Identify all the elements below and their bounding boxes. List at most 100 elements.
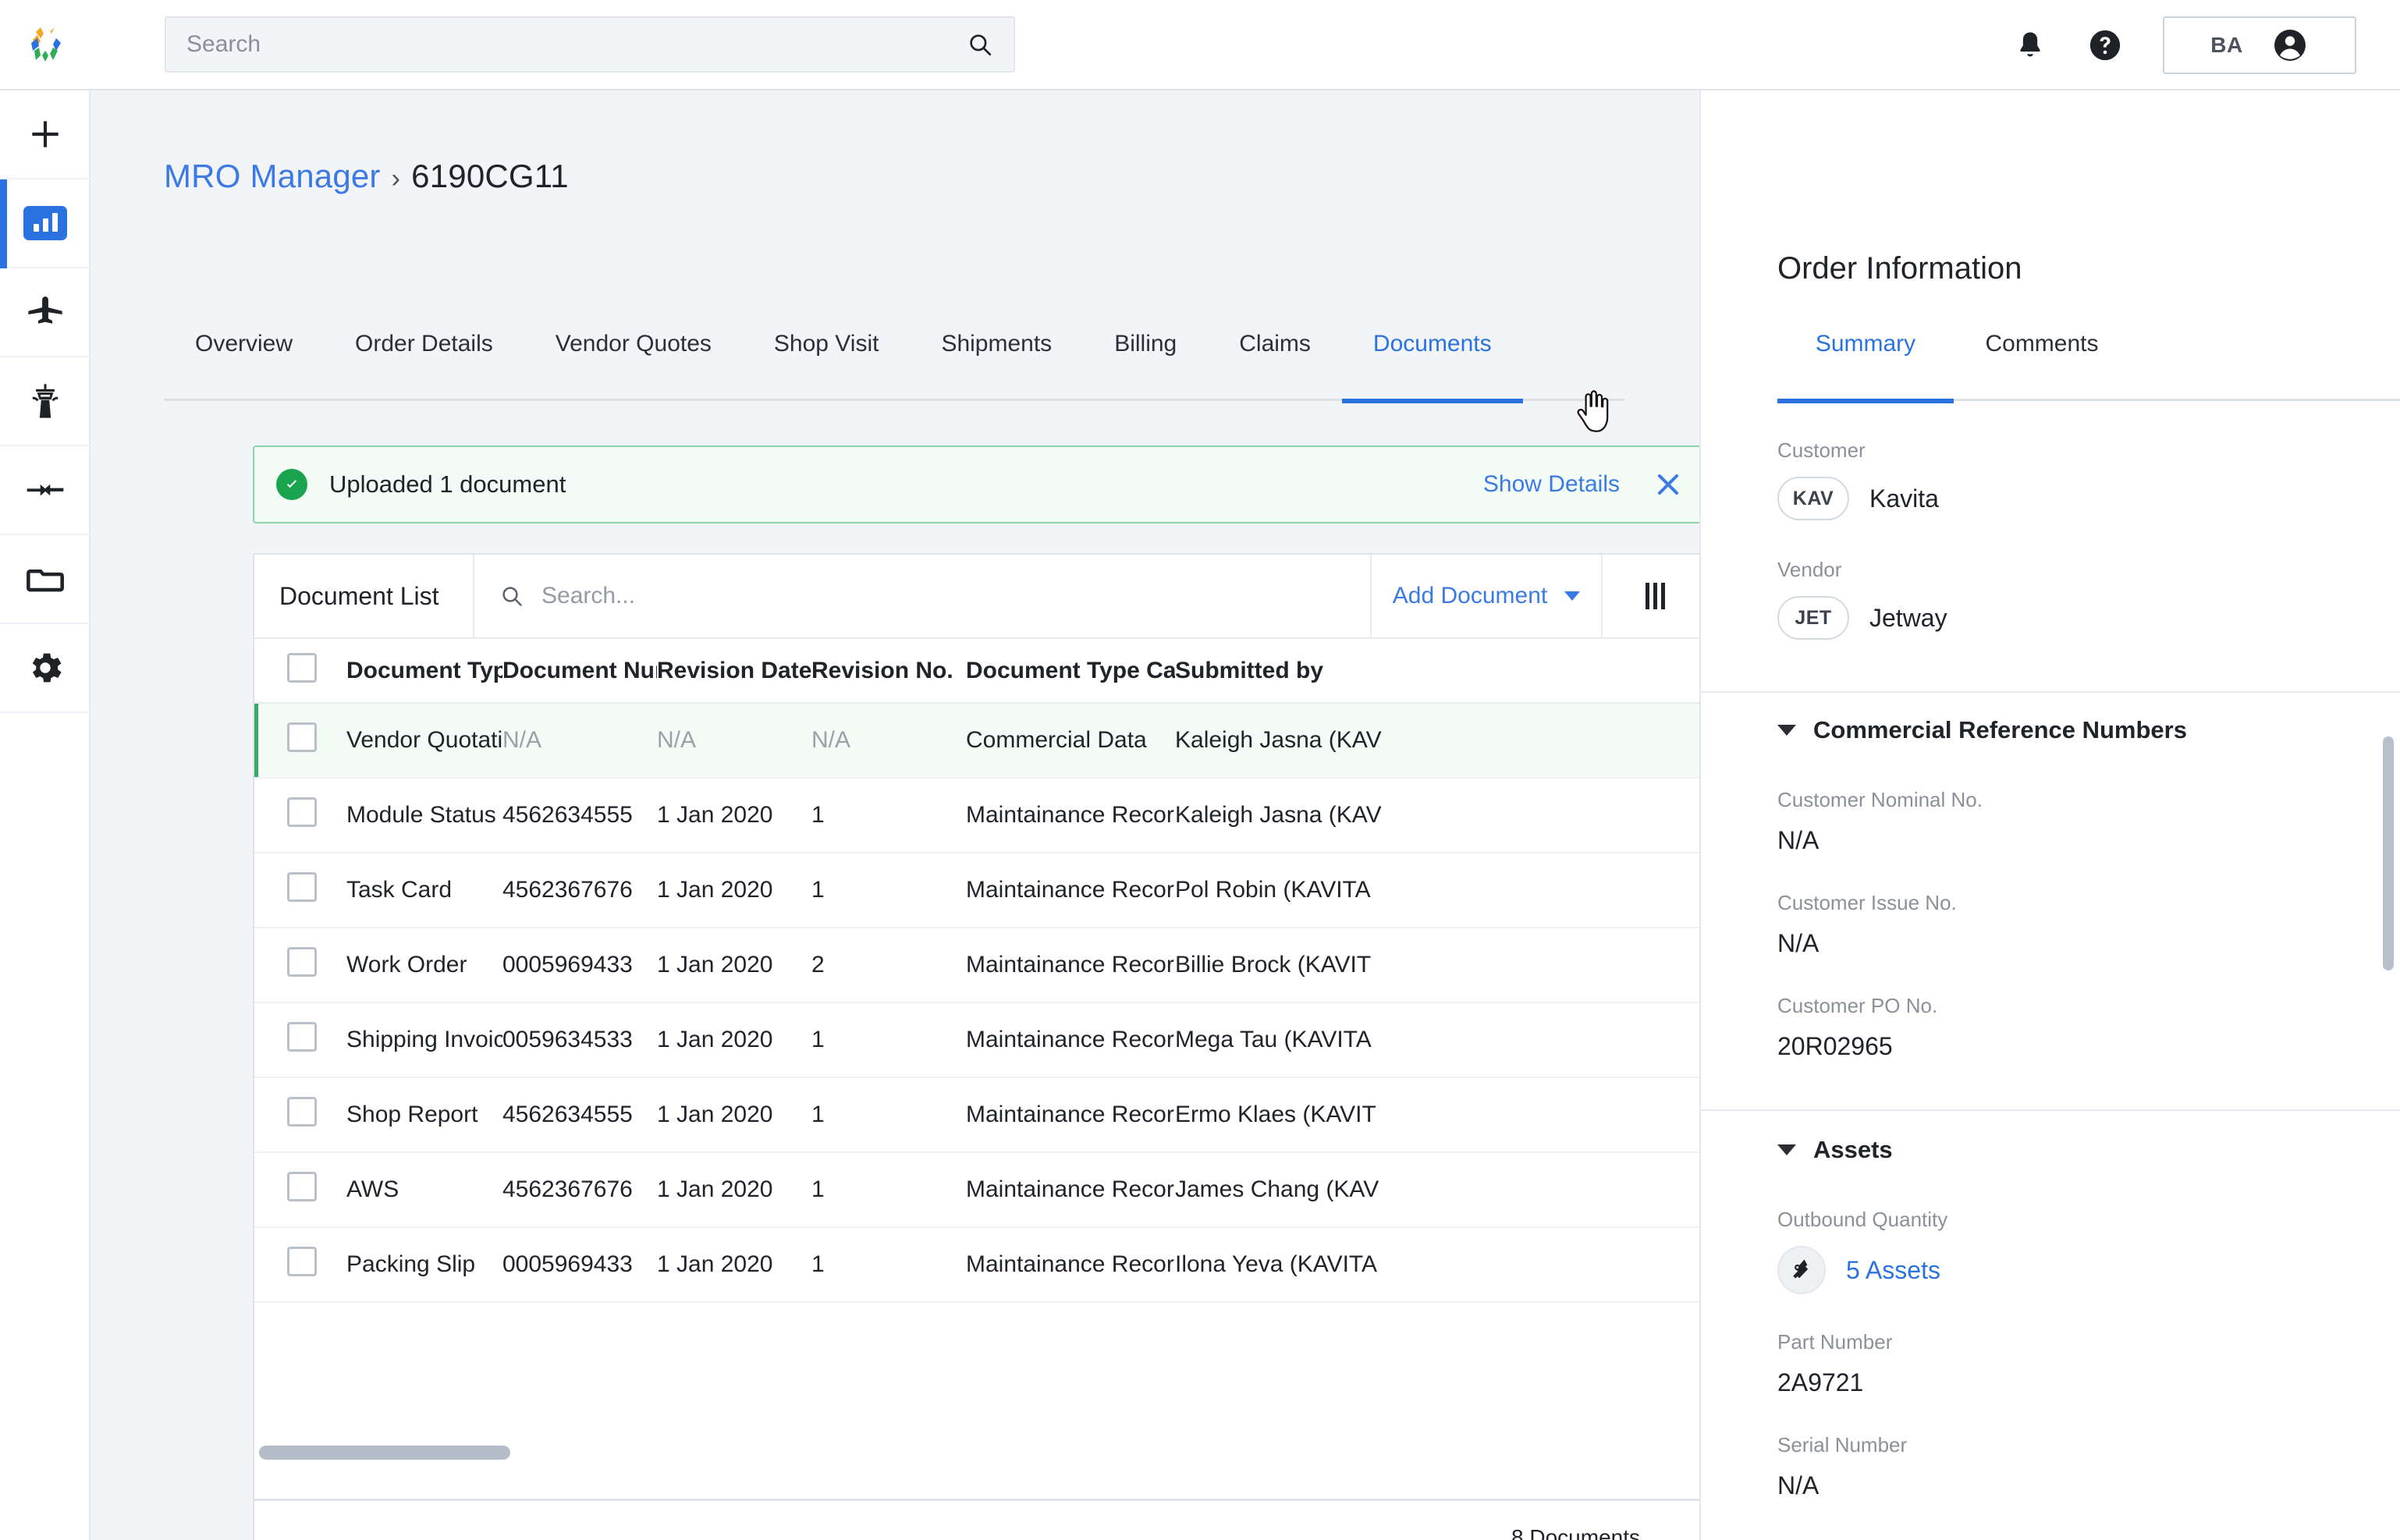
assets-link[interactable]: 5 Assets (1846, 1256, 1940, 1285)
sidebar-item-dashboard[interactable] (0, 179, 91, 268)
col-revision-no[interactable]: Revision No. (811, 639, 966, 704)
table-row[interactable]: Vendor Quotation N/A N/A N/A Commercial … (254, 703, 1699, 778)
table-row[interactable]: Module Status 4562634555 1 Jan 2020 1 Ma… (254, 778, 1699, 853)
field-value: 2A9721 (1777, 1368, 1864, 1396)
cell-document-number: 0005969433 (502, 952, 633, 978)
table-row[interactable]: Shop Report 4562634555 1 Jan 2020 1 Main… (254, 1077, 1699, 1152)
cell-document-type: Vendor Quotation (346, 727, 502, 753)
commercial-reference-section: Commercial Reference Numbers Customer No… (1701, 716, 2400, 1061)
tab-overview[interactable]: Overview (164, 331, 324, 401)
alert-message: Uploaded 1 document (329, 470, 566, 498)
sidebar-item-settings[interactable] (0, 624, 91, 713)
cell-revision-no: 1 (811, 1251, 825, 1277)
row-checkbox[interactable] (287, 1097, 317, 1127)
table-row[interactable]: AWS 4562367676 1 Jan 2020 1 Maintainance… (254, 1152, 1699, 1227)
search-input[interactable] (186, 31, 967, 58)
select-all-checkbox[interactable] (287, 652, 317, 683)
table-row[interactable]: Task Card 4562367676 1 Jan 2020 1 Mainta… (254, 853, 1699, 928)
row-checkbox[interactable] (287, 1247, 317, 1276)
order-information-panel: Order Information Summary Comments Custo… (1699, 90, 2400, 1540)
outbound-value[interactable]: 5 Assets (1777, 1246, 2370, 1294)
tab-documents[interactable]: Documents (1341, 331, 1523, 403)
alert-close-button[interactable] (1651, 467, 1685, 502)
col-document-type[interactable]: Document Type (346, 639, 502, 704)
tab-vendor-quotes[interactable]: Vendor Quotes (524, 331, 743, 401)
tab-summary[interactable]: Summary (1777, 331, 1954, 403)
tab-shipments[interactable]: Shipments (910, 331, 1083, 401)
document-list-title: Document List (254, 555, 474, 637)
row-checkbox[interactable] (287, 1022, 317, 1052)
sidebar-item-documents[interactable] (0, 535, 91, 624)
row-checkbox[interactable] (287, 722, 317, 752)
search-icon[interactable] (967, 31, 993, 58)
vendor-entity[interactable]: JET Jetway (1777, 596, 2370, 640)
sidebar-item-transfers[interactable] (0, 446, 91, 535)
tab-comments[interactable]: Comments (1954, 331, 2130, 401)
col-document-category[interactable]: Document Type Category (966, 639, 1175, 704)
cell-submitted-by: Mega Tau (KAVITA (1175, 1027, 1372, 1052)
close-icon (1657, 474, 1679, 495)
cell-document-category: Commercial Data (966, 727, 1147, 753)
column-settings-button[interactable] (1603, 555, 1699, 637)
col-submitted-by[interactable]: Submitted by (1175, 639, 1472, 704)
field-outbound-quantity: Outbound Quantity 5 Assets (1777, 1208, 2370, 1294)
table-row[interactable]: Packing Slip 0005969433 1 Jan 2020 1 Mai… (254, 1227, 1699, 1302)
help-button[interactable] (2068, 8, 2143, 83)
table-row[interactable]: Work Order 0005969433 1 Jan 2020 2 Maint… (254, 928, 1699, 1002)
customer-label: Customer (1777, 438, 1866, 462)
cell-revision-date: 1 Jan 2020 (657, 1102, 773, 1127)
cell-document-number: 4562367676 (502, 1176, 633, 1202)
commercial-section-header[interactable]: Commercial Reference Numbers (1777, 716, 2370, 744)
field-label: Customer Issue No. (1777, 891, 1957, 914)
cell-document-category: Maintainance Record (966, 802, 1175, 828)
row-select-cell (254, 778, 346, 853)
document-search-input[interactable] (541, 583, 1370, 609)
row-select-cell (254, 853, 346, 928)
row-checkbox[interactable] (287, 947, 317, 977)
global-search[interactable] (165, 16, 1015, 73)
user-initials: BA (2210, 33, 2243, 57)
row-checkbox[interactable] (287, 1172, 317, 1201)
assets-section-header[interactable]: Assets (1777, 1136, 2370, 1164)
cell-revision-no: 2 (811, 952, 825, 978)
table-row[interactable]: Shipping Invoice 0059634533 1 Jan 2020 1… (254, 1002, 1699, 1077)
tab-claims[interactable]: Claims (1208, 331, 1342, 401)
col-revision-date[interactable]: Revision Date (657, 639, 811, 704)
airplane-icon (28, 296, 62, 324)
document-search[interactable] (474, 555, 1372, 637)
add-document-button[interactable]: Add Document (1372, 555, 1603, 637)
cell-document-category: Maintainance Record (966, 1027, 1175, 1052)
table-header-row: Document Type Document Number Revision D… (254, 639, 1699, 704)
tab-shop-visit[interactable]: Shop Visit (743, 331, 911, 401)
cell-revision-no: 1 (811, 802, 825, 828)
tab-billing[interactable]: Billing (1083, 331, 1208, 401)
top-bar-actions: BA (1993, 0, 2400, 90)
user-menu[interactable]: BA (2163, 16, 2356, 74)
show-details-link[interactable]: Show Details (1483, 471, 1620, 498)
customer-entity[interactable]: KAV Kavita (1777, 477, 2370, 520)
app-logo[interactable] (0, 0, 91, 90)
row-checkbox[interactable] (287, 797, 317, 827)
document-table: Document Type Document Number Revision D… (254, 639, 1699, 1303)
scrollbar-thumb[interactable] (259, 1446, 510, 1460)
col-document-number[interactable]: Document Number (502, 639, 657, 704)
table-horizontal-scrollbar[interactable] (254, 1446, 1699, 1460)
notifications-button[interactable] (1993, 8, 2068, 83)
cell-document-category: Maintainance Record (966, 952, 1175, 978)
assets-section: Assets Outbound Quantity 5 Assets Part N… (1701, 1136, 2400, 1540)
sidebar-item-fleet[interactable] (0, 268, 91, 357)
sidebar-item-create[interactable] (0, 90, 91, 179)
app-logo-icon (31, 27, 61, 62)
row-checkbox[interactable] (287, 872, 317, 902)
panel-tab-bar: Summary Comments (1777, 331, 2400, 403)
cell-submitted-by: Ilona Yeva (KAVITA (1175, 1251, 1378, 1277)
tab-order-details[interactable]: Order Details (324, 331, 524, 401)
cell-document-category: Maintainance Record (966, 1251, 1175, 1277)
panel-scrollbar[interactable] (2383, 736, 2394, 970)
sidebar-item-operations[interactable] (0, 357, 91, 446)
breadcrumb-root-link[interactable]: MRO Manager (164, 158, 381, 195)
document-count: 8 Documents (1511, 1524, 1640, 1540)
cell-submitted-by: James Chang (KAV (1175, 1176, 1379, 1202)
panel-parties-section: Customer KAV Kavita Vendor JET Jetway (1701, 438, 2400, 640)
chevron-down-icon (1564, 591, 1581, 601)
